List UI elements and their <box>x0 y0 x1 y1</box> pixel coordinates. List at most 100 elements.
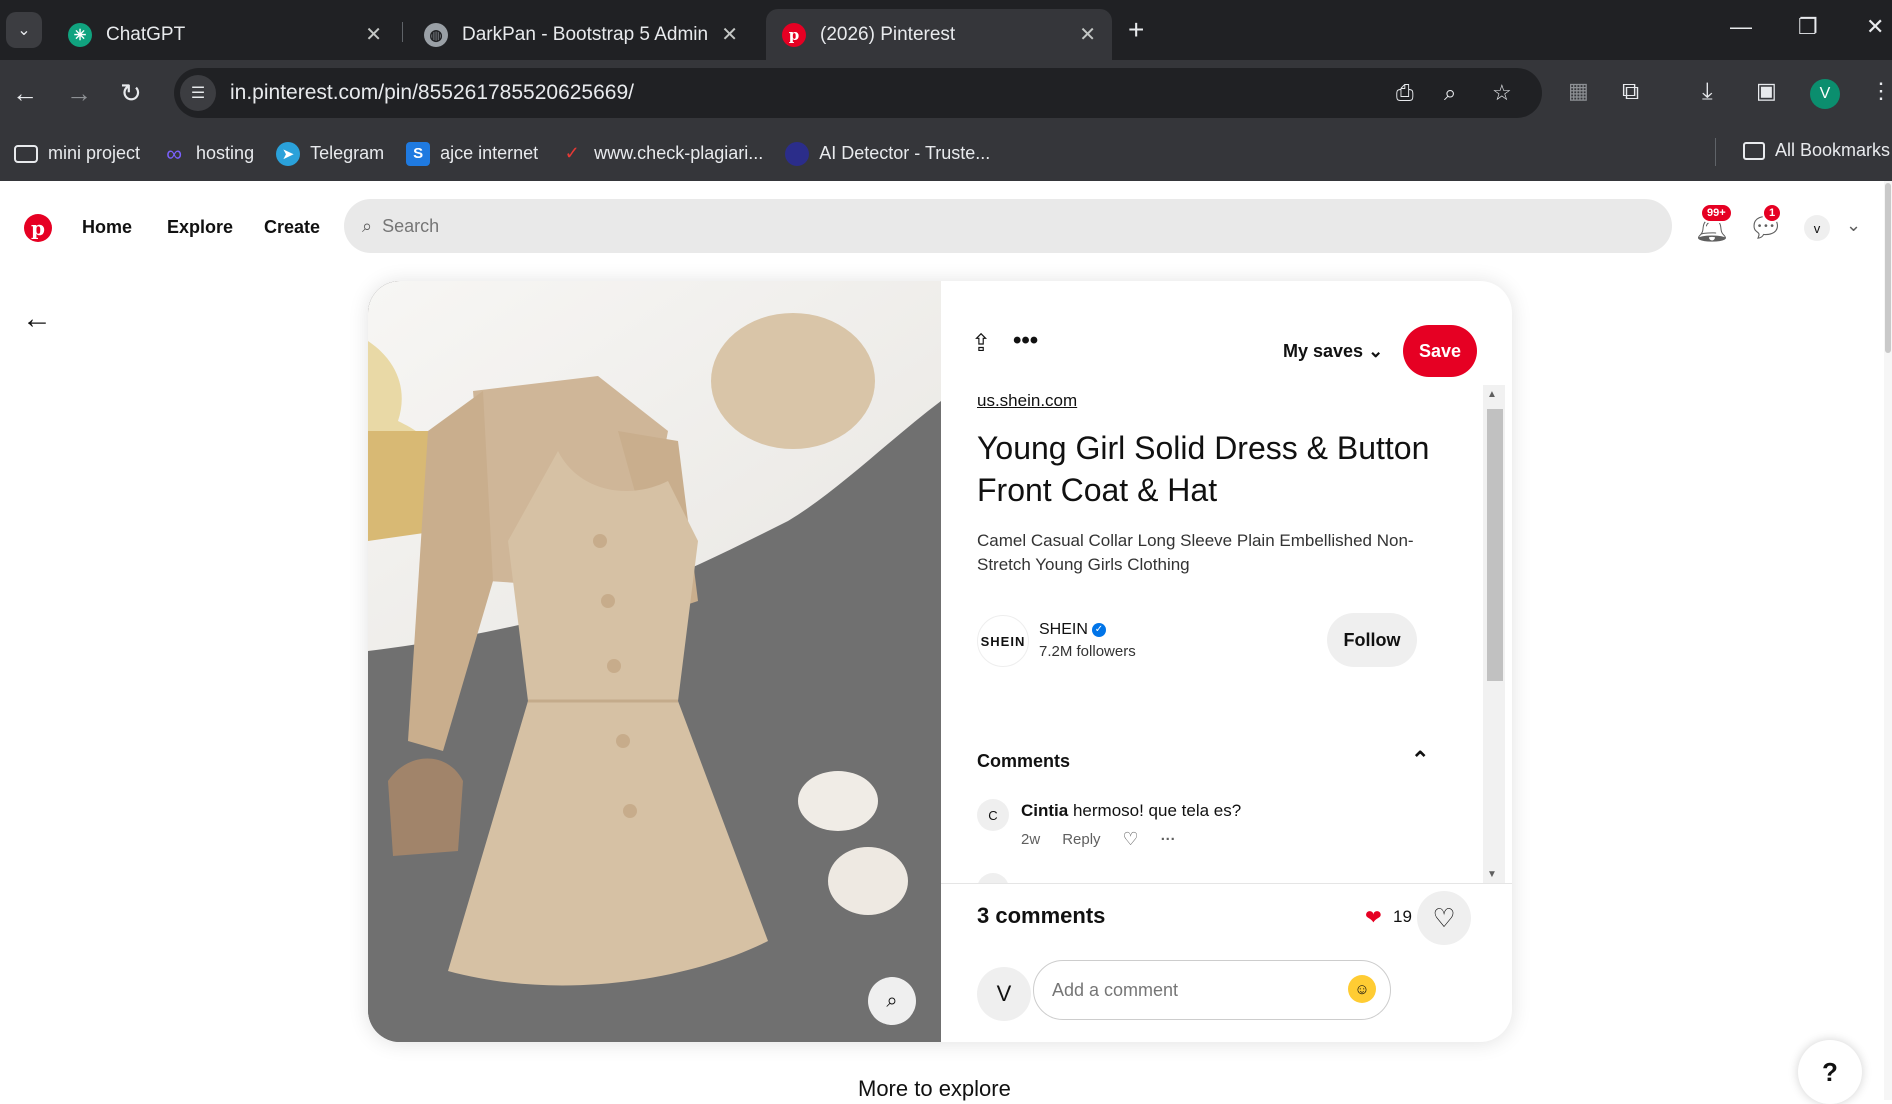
scrollbar-thumb[interactable] <box>1487 409 1503 681</box>
comment-like-icon[interactable]: ♡ <box>1123 829 1139 850</box>
creator-avatar[interactable]: SHEIN <box>977 615 1029 667</box>
chevron-down-icon: ⌄ <box>1368 341 1384 361</box>
commenter-avatar[interactable] <box>977 873 1009 883</box>
side-panel-icon[interactable]: ▣ <box>1756 78 1777 104</box>
close-icon[interactable]: ✕ <box>1079 22 1096 47</box>
emoji-icon[interactable]: ☺ <box>1348 975 1376 1003</box>
close-icon[interactable]: ✕ <box>721 22 738 47</box>
scroll-down-icon[interactable]: ▼ <box>1487 869 1497 880</box>
pinterest-logo[interactable]: p <box>24 214 52 242</box>
follow-button[interactable]: Follow <box>1327 613 1417 667</box>
back-icon[interactable]: ← <box>12 78 38 109</box>
new-tab-button[interactable]: + <box>1128 14 1144 46</box>
comments-count: 3 comments <box>977 903 1106 928</box>
bookmark-label: Telegram <box>310 143 385 163</box>
address-bar[interactable]: ☰ in.pinterest.com/pin/85526178552062566… <box>174 68 1542 118</box>
current-user-avatar[interactable]: V <box>977 967 1031 1021</box>
bookmark-hosting[interactable]: ∞ hosting <box>162 140 255 166</box>
reload-icon[interactable]: ↻ <box>120 78 142 109</box>
board-selector[interactable]: My saves ⌄ <box>1283 341 1383 362</box>
close-icon[interactable]: ✕ <box>365 22 382 47</box>
minimize-icon[interactable]: — <box>1730 14 1752 40</box>
comment-field[interactable]: ☺ <box>1033 960 1391 1020</box>
help-button[interactable]: ? <box>1798 1040 1862 1104</box>
tab-search-button[interactable]: ⌄ <box>6 12 42 48</box>
pin-image[interactable]: ⌕ <box>368 281 941 1042</box>
s-icon: S <box>406 141 431 166</box>
bookmark-label: hosting <box>196 143 255 163</box>
bookmark-label: AI Detector - Truste... <box>819 143 991 163</box>
bookmark-star-icon[interactable]: ☆ <box>1492 80 1512 106</box>
comment-age: 2w <box>1021 831 1041 848</box>
chevron-up-icon[interactable]: ⌃ <box>1411 747 1429 773</box>
folder-icon <box>1742 141 1765 160</box>
scroll-up-icon[interactable]: ▲ <box>1487 389 1497 400</box>
comment-text: Cintia hermoso! que tela es? <box>1021 801 1241 821</box>
bookmark-check-plagiarism[interactable]: ✓ www.check-plagiari... <box>560 142 764 166</box>
close-window-icon[interactable]: ✕ <box>1866 14 1884 40</box>
comment-body: hermoso! que tela es? <box>1072 801 1242 820</box>
reply-button[interactable]: Reply <box>1062 831 1100 848</box>
more-options-icon[interactable]: ••• <box>1013 327 1038 355</box>
site-info-icon[interactable]: ☰ <box>180 75 216 111</box>
comment-input[interactable] <box>1052 979 1332 1001</box>
tab-pinterest[interactable]: p (2026) Pinterest ✕ <box>766 9 1112 60</box>
share-icon[interactable]: ⇪ <box>971 329 991 358</box>
likes-count[interactable]: 19 <box>1393 907 1412 927</box>
search-bar[interactable]: ⌕ <box>344 199 1672 253</box>
save-button[interactable]: Save <box>1403 325 1477 377</box>
bookmark-ajce-internet[interactable]: S ajce internet <box>406 141 538 166</box>
pin-description: Camel Casual Collar Long Sleeve Plain Em… <box>977 531 1414 574</box>
forward-icon[interactable]: → <box>66 78 92 109</box>
pin-photo <box>368 281 941 1042</box>
restore-icon[interactable]: ❐ <box>1798 14 1818 40</box>
search-input[interactable] <box>382 215 1583 237</box>
nav-explore[interactable]: Explore <box>167 217 233 238</box>
pinterest-header: p Home Explore Create ⌕ 🔔︎ 99+ 💬︎ 1 v ⌄ <box>0 181 1892 273</box>
like-button[interactable]: ♡ <box>1417 891 1471 945</box>
nav-create[interactable]: Create <box>264 217 320 238</box>
url-text[interactable]: in.pinterest.com/pin/855261785520625669/ <box>230 81 634 105</box>
profile-avatar[interactable]: V <box>1810 79 1840 109</box>
install-app-icon[interactable]: ⎙ <box>1396 80 1414 106</box>
tab-chatgpt[interactable]: ✳ ChatGPT ✕ <box>52 9 398 60</box>
downloads-icon[interactable]: ⤓ <box>1702 78 1713 106</box>
chatgpt-icon: ✳ <box>68 22 92 47</box>
commenter-avatar[interactable]: C <box>977 799 1009 831</box>
tab-title: ChatGPT <box>106 23 186 45</box>
circle-icon <box>785 141 810 166</box>
check-icon: ✓ <box>564 143 580 163</box>
menu-icon[interactable]: ⋮ <box>1870 78 1892 104</box>
bookmark-telegram[interactable]: ➤ Telegram <box>276 141 385 166</box>
folder-icon <box>14 144 38 163</box>
source-link[interactable]: us.shein.com <box>977 391 1077 411</box>
comment-more-icon[interactable]: ··· <box>1161 831 1176 848</box>
back-arrow-icon[interactable]: ← <box>22 302 52 336</box>
infinity-icon: ∞ <box>166 140 182 166</box>
zoom-icon[interactable]: ⌕ <box>1444 80 1456 106</box>
pin-card: ⌕ ⇪ ••• My saves ⌄ Save us.shein.com You… <box>368 281 1512 1042</box>
user-avatar[interactable]: v <box>1804 215 1830 241</box>
extensions-puzzle-icon[interactable]: ⧉ <box>1622 78 1639 106</box>
page-scrollbar[interactable] <box>1884 181 1892 1100</box>
page-scrollbar-thumb[interactable] <box>1885 183 1891 353</box>
comment-meta: 2w Reply ♡ ··· <box>1021 829 1198 850</box>
all-bookmarks[interactable]: All Bookmarks <box>1742 140 1890 161</box>
tab-title: (2026) Pinterest <box>820 23 956 45</box>
creator-name-row[interactable]: SHEIN ✓ <box>1039 621 1106 639</box>
verified-icon: ✓ <box>1091 622 1106 637</box>
pin-title: Young Girl Solid Dress & Button Front Co… <box>977 430 1430 508</box>
extension-icon[interactable]: ▦ <box>1568 78 1589 104</box>
bookmarks-bar: mini project ∞ hosting ➤ Telegram S ajce… <box>0 126 1892 181</box>
tab-darkpan[interactable]: ◍ DarkPan - Bootstrap 5 Admin Te ✕ <box>408 9 754 60</box>
chevron-down-icon[interactable]: ⌄ <box>1846 215 1861 236</box>
bookmark-label: mini project <box>48 143 141 163</box>
nav-home[interactable]: Home <box>82 217 132 238</box>
bookmark-ai-detector[interactable]: AI Detector - Truste... <box>785 141 991 166</box>
visual-search-icon[interactable]: ⌕ <box>868 977 916 1025</box>
tab-separator <box>402 22 403 42</box>
messages-badge: 1 <box>1762 203 1783 223</box>
pin-details-scroll[interactable]: us.shein.com Young Girl Solid Dress & Bu… <box>941 385 1512 883</box>
bookmark-mini-project[interactable]: mini project <box>14 143 140 164</box>
comment-author[interactable]: Cintia <box>1021 801 1068 820</box>
